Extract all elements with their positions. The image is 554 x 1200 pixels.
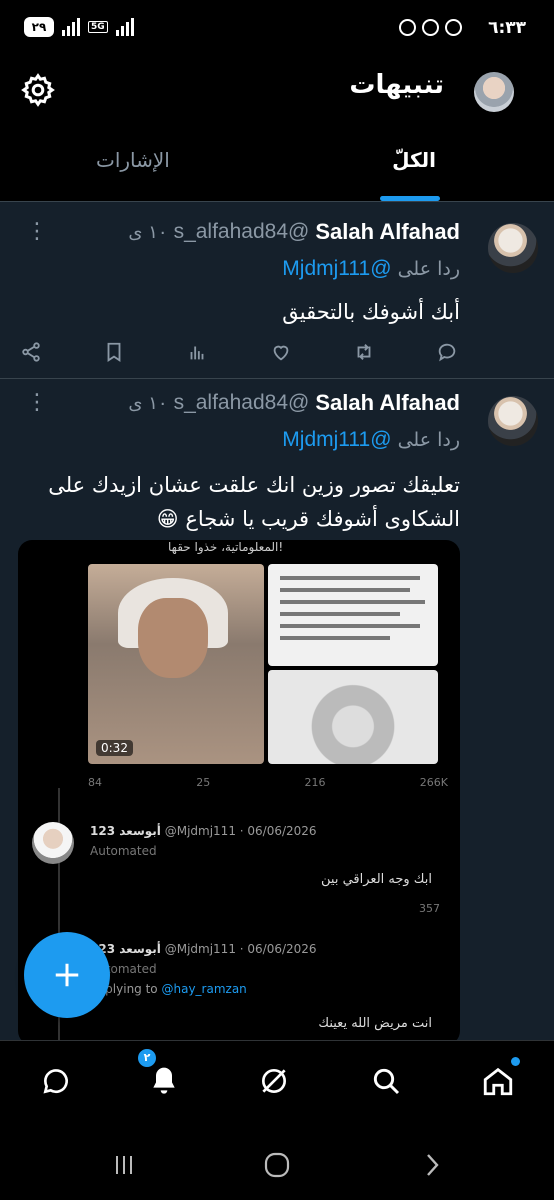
system-navigation xyxy=(0,1130,554,1200)
divider xyxy=(0,201,554,202)
alarm-icon xyxy=(399,19,416,36)
reply-prefix: ردا على xyxy=(397,258,460,280)
views-icon[interactable] xyxy=(184,339,210,365)
signal-icon xyxy=(115,18,134,36)
tweet-text: تعليقك تصور وزين انك علقت عشان ازيدك على… xyxy=(48,473,460,531)
reply-to-handle[interactable]: @Mjdmj111 xyxy=(282,257,391,280)
reply-context: ردا على @Mjdmj111 xyxy=(282,257,460,281)
embedded-reply-text: ابك وجه العراقي بين xyxy=(321,872,432,887)
tab-all[interactable]: الكلّ xyxy=(392,148,436,172)
media-tweet-stats: 84 25 216 266K xyxy=(88,776,448,789)
nav-search[interactable] xyxy=(366,1061,406,1101)
status-notification-icons xyxy=(399,19,462,36)
tweet-header: Salah Alfahad @s_alfahad84 ١٠ ی xyxy=(128,219,460,245)
video-duration: 0:32 xyxy=(96,740,133,756)
author-name[interactable]: Salah Alfahad xyxy=(315,219,460,245)
retweet-icon[interactable] xyxy=(351,339,377,365)
tweet-item[interactable]: Salah Alfahad @s_alfahad84 ١٠ ی ⋮ ردا عل… xyxy=(0,203,554,379)
whatsapp-icon xyxy=(422,19,439,36)
tab-mentions[interactable]: الإشارات xyxy=(96,148,170,172)
embedded-reply-text: انت مريض الله يعينك xyxy=(318,1016,432,1031)
stat-likes: 216 xyxy=(304,776,326,789)
back-system-button[interactable] xyxy=(414,1150,450,1180)
gear-icon[interactable] xyxy=(20,72,56,108)
recent-apps-button[interactable] xyxy=(106,1150,142,1180)
nav-notifications[interactable]: ٢ xyxy=(136,1047,184,1101)
status-bar: ٢٩ 5G ٦:٣٣ xyxy=(0,0,554,62)
embedded-reply: أبوسعد 123 @Mjdmj111 · 06/06/2026 Automa… xyxy=(32,822,452,932)
embedded-author-name: أبوسعد 123 xyxy=(90,824,161,838)
bookmark-icon[interactable] xyxy=(101,339,127,365)
signal-icon xyxy=(62,18,80,36)
embedded-handle-date: @Mjdmj111 · 06/06/2026 xyxy=(164,824,317,838)
home-system-button[interactable] xyxy=(259,1150,295,1180)
grok-icon xyxy=(262,1069,286,1093)
chevron-right-icon xyxy=(427,1154,439,1176)
nav-home[interactable] xyxy=(478,1057,520,1101)
notifications-icon xyxy=(153,1067,175,1094)
profile-avatar[interactable] xyxy=(474,72,514,112)
bottom-navigation: ٢ xyxy=(0,1040,554,1130)
network-type: 5G xyxy=(88,21,108,33)
replying-handle: @hay_ramzan xyxy=(161,982,247,996)
notification-badge: ٢ xyxy=(136,1047,158,1069)
more-options-icon[interactable]: ⋮ xyxy=(26,221,48,243)
reply-prefix: ردا على xyxy=(397,429,460,451)
tweet-time: ١٠ ی xyxy=(128,392,168,414)
stat-replies: 84 xyxy=(88,776,102,789)
unread-dot xyxy=(511,1057,520,1066)
messages-icon xyxy=(43,1069,68,1094)
recent-apps-icon xyxy=(116,1156,132,1174)
nav-grok[interactable] xyxy=(254,1061,294,1101)
plus-icon xyxy=(55,963,79,987)
embedded-reply-header: أبوسعد 123 @Mjdmj111 · 06/06/2026 xyxy=(90,942,317,956)
author-handle: @s_alfahad84 xyxy=(173,220,310,243)
search-icon xyxy=(373,1068,400,1095)
share-icon[interactable] xyxy=(18,339,44,365)
like-icon[interactable] xyxy=(268,339,294,365)
tweet-header: Salah Alfahad @s_alfahad84 ١٠ ی xyxy=(128,390,460,416)
home-icon xyxy=(483,1067,513,1096)
reply-to-handle[interactable]: @Mjdmj111 xyxy=(282,428,391,451)
embedded-reply-stats: 357 xyxy=(90,902,440,915)
embedded-handle-date: @Mjdmj111 · 06/06/2026 xyxy=(164,942,317,956)
avatar[interactable] xyxy=(488,223,538,273)
author-handle: @s_alfahad84 xyxy=(173,391,310,414)
whatsapp-icon xyxy=(445,19,462,36)
more-options-icon[interactable]: ⋮ xyxy=(26,392,48,414)
media-photo xyxy=(268,670,438,764)
tweet-time: ١٠ ی xyxy=(128,221,168,243)
media-person-face xyxy=(138,598,208,678)
reply-icon[interactable] xyxy=(434,339,460,365)
stat-retweets: 25 xyxy=(196,776,211,789)
avatar[interactable] xyxy=(488,396,538,446)
embedded-reply-header: أبوسعد 123 @Mjdmj111 · 06/06/2026 xyxy=(90,824,317,838)
embedded-replying-to: Replying to @hay_ramzan xyxy=(90,982,247,996)
tweet-actions xyxy=(18,339,460,365)
automated-label: Automated xyxy=(90,844,157,858)
status-time: ٦:٣٣ xyxy=(488,18,526,38)
nav-messages[interactable] xyxy=(36,1061,76,1101)
stat-views: 357 xyxy=(418,902,440,915)
circle-icon xyxy=(264,1152,290,1178)
compose-button[interactable] xyxy=(24,932,110,1018)
media-video[interactable]: 0:32 xyxy=(88,564,264,764)
author-name[interactable]: Salah Alfahad xyxy=(315,390,460,416)
tweet-text: أبك أشوفك بالتحقيق xyxy=(282,300,460,324)
avatar xyxy=(32,822,74,864)
battery-indicator: ٢٩ xyxy=(24,17,54,37)
status-left: ٢٩ 5G xyxy=(24,17,134,37)
reply-context: ردا على @Mjdmj111 xyxy=(282,428,460,452)
stat-views: 266K xyxy=(419,776,448,789)
app-header: تنبيهات الكلّ الإشارات xyxy=(0,62,554,202)
media-document-image xyxy=(268,564,438,666)
page-title: تنبيهات xyxy=(349,70,444,100)
media-top-text: المعلوماتية، خذوا حقها! xyxy=(168,540,284,554)
